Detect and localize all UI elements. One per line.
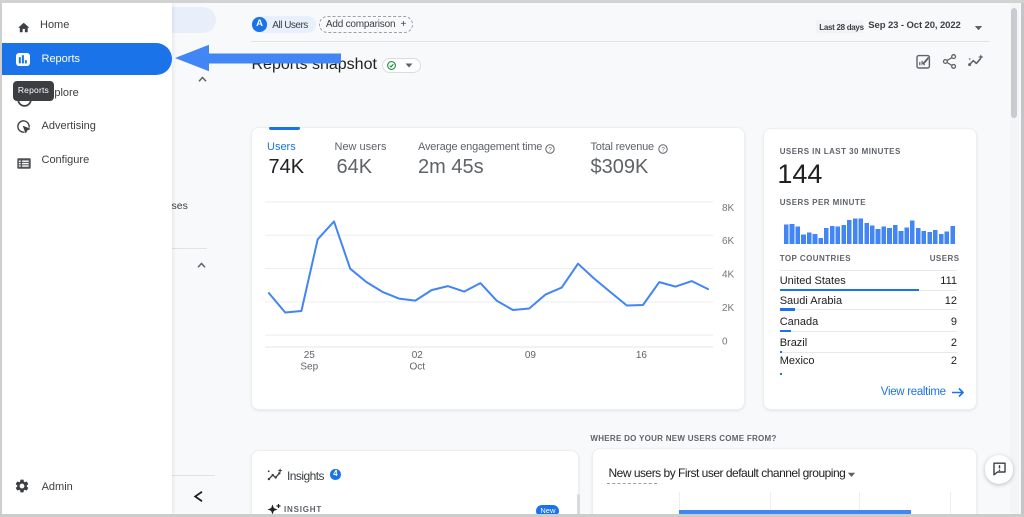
svg-text:02: 02	[412, 350, 424, 361]
svg-text:Oct: Oct	[410, 362, 426, 373]
svg-text:?: ?	[548, 146, 552, 153]
svg-text:16: 16	[636, 350, 648, 361]
svg-text:0: 0	[722, 336, 728, 347]
svg-text:?: ?	[661, 146, 665, 153]
svg-text:Sep: Sep	[300, 362, 318, 373]
svg-text:2K: 2K	[722, 303, 735, 314]
svg-text:09: 09	[525, 350, 537, 361]
svg-text:6K: 6K	[722, 236, 735, 247]
svg-text:25: 25	[304, 350, 316, 361]
svg-text:8K: 8K	[722, 203, 735, 214]
svg-text:4K: 4K	[722, 270, 735, 281]
